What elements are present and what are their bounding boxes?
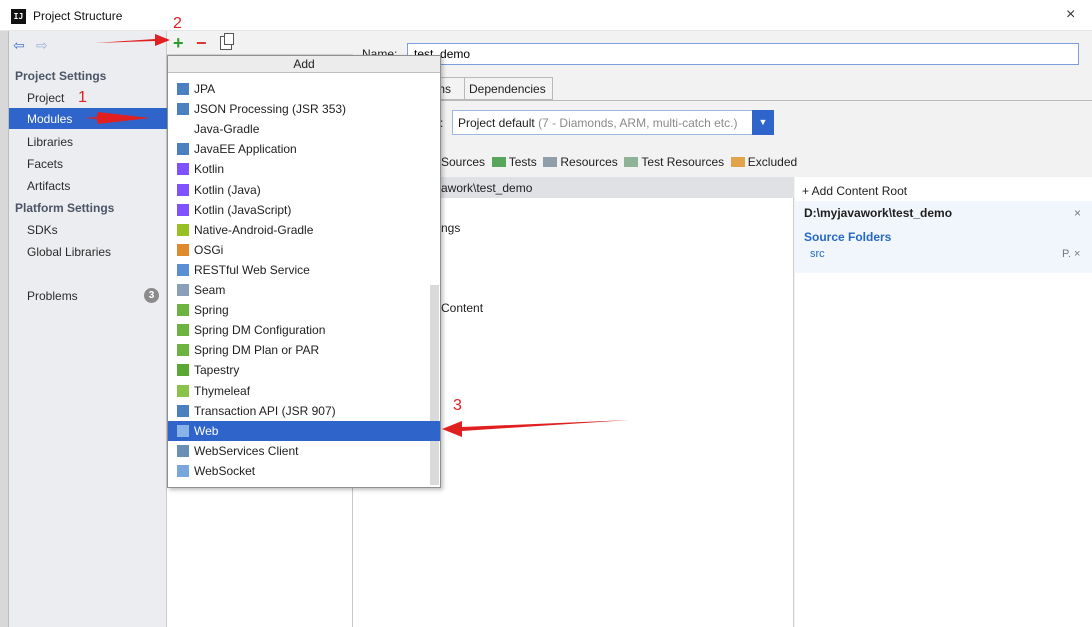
annotation-arrows	[84, 34, 630, 437]
annotation-arrow-plus	[95, 34, 170, 46]
annotation-arrow-web	[442, 420, 630, 437]
annotation-arrow-modules	[84, 112, 150, 124]
